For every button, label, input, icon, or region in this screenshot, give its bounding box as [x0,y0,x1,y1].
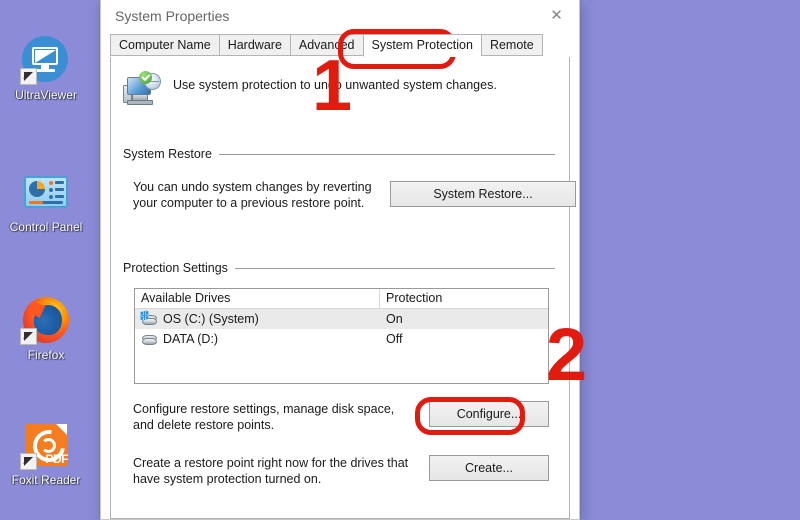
control-panel-icon [22,168,70,216]
tab-hardware[interactable]: Hardware [218,34,290,56]
drive-protection-cell: Off [386,332,403,346]
shortcut-arrow-icon [20,453,37,470]
protection-settings-group-label: Protection Settings [123,261,228,275]
drive-protection-cell: On [386,312,403,326]
drive-name-cell: DATA (D:) [135,332,380,346]
group-rule [218,153,555,155]
system-drive-icon [140,309,158,326]
table-row[interactable]: DATA (D:) Off [135,329,548,349]
system-restore-button[interactable]: System Restore... [390,181,576,207]
configure-button[interactable]: Configure... [429,401,549,427]
tab-advanced[interactable]: Advanced [289,34,363,56]
table-row[interactable]: OS (C:) (System) On [135,309,548,329]
system-protection-icon [123,71,163,109]
create-description: Create a restore point right now for the… [133,456,409,486]
system-restore-description: You can undo system changes by reverting… [133,180,372,210]
system-protection-tab-panel: Use system protection to undo unwanted s… [110,57,576,519]
desktop-icon-firefox[interactable]: Firefox [0,296,92,362]
desktop-icon-label: Foxit Reader [11,473,81,487]
protection-hint: Use system protection to undo unwanted s… [123,71,555,109]
foxit-reader-icon: PDF [20,421,72,470]
available-drives-list[interactable]: Available Drives Protection OS (C:) (Sys… [134,288,549,384]
protection-hint-text: Use system protection to undo unwanted s… [173,78,497,92]
protection-settings-group-header: Protection Settings [123,261,555,275]
tab-computer-name[interactable]: Computer Name [110,34,219,56]
drive-name-text: OS (C:) (System) [163,312,259,326]
desktop-icon-label: Firefox [27,348,65,362]
tab-system-protection[interactable]: System Protection [362,34,481,57]
configure-description: Configure restore settings, manage disk … [133,402,395,432]
desktop-icon-control-panel[interactable]: Control Panel [0,168,92,234]
drive-name-text: DATA (D:) [163,332,219,346]
tab-remote[interactable]: Remote [480,34,543,56]
ultraviewer-icon [20,36,70,85]
drive-name-cell: OS (C:) (System) [135,309,380,326]
desktop-icon-label: UltraViewer [15,88,77,102]
drive-icon [141,333,158,346]
tab-bar: Computer Name Hardware Advanced System P… [110,34,570,58]
window-titlebar: System Properties ✕ [101,0,579,32]
close-icon[interactable]: ✕ [534,0,579,30]
system-properties-window: System Properties ✕ Computer Name Hardwa… [100,0,580,520]
create-button[interactable]: Create... [429,455,549,481]
column-header-available-drives[interactable]: Available Drives [135,289,380,308]
window-title: System Properties [115,8,230,24]
desktop-icon-ultraviewer[interactable]: UltraViewer [0,36,92,102]
shortcut-arrow-icon [20,68,37,85]
desktop-icon-foxit-reader[interactable]: PDF Foxit Reader [0,421,92,487]
desktop-icon-label: Control Panel [9,220,83,234]
system-restore-group-label: System Restore [123,147,212,161]
system-restore-group-header: System Restore [123,147,555,161]
group-rule [234,267,555,269]
column-header-protection[interactable]: Protection [380,289,548,308]
shortcut-arrow-icon [20,328,37,345]
firefox-icon [20,296,70,345]
drive-list-header: Available Drives Protection [135,289,548,309]
